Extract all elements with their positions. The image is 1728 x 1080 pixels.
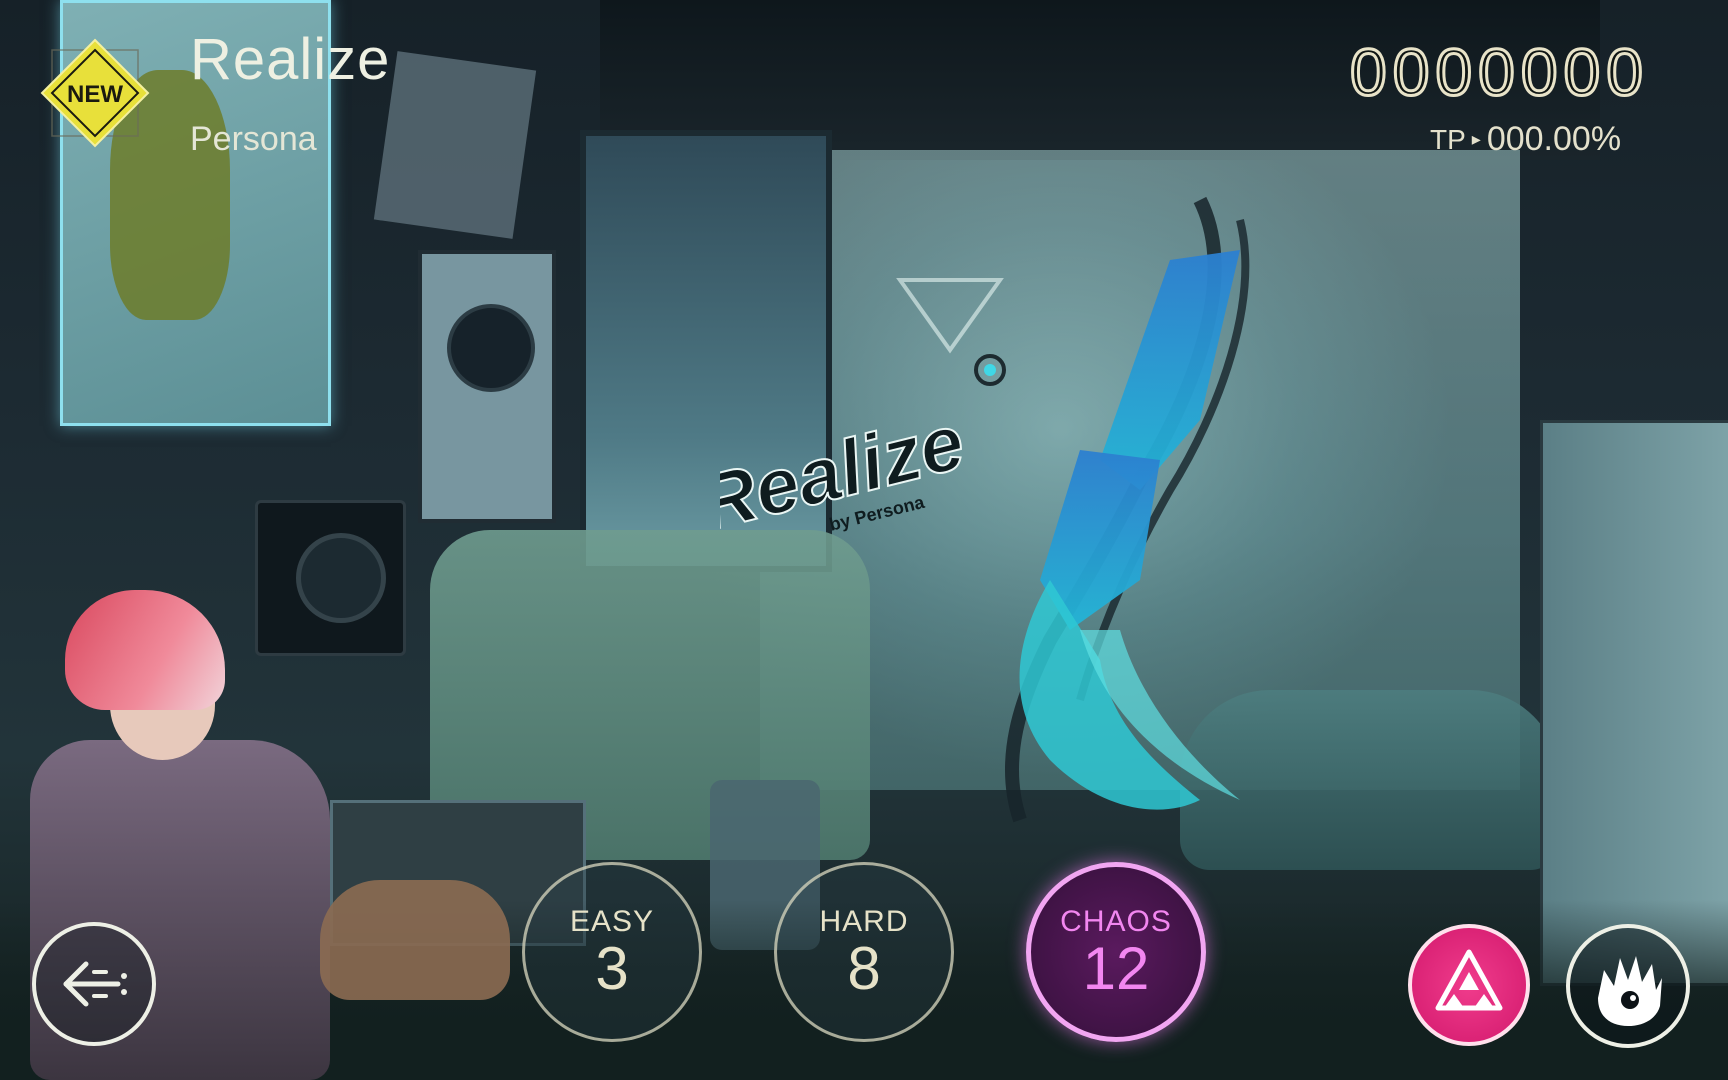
back-button[interactable]: [32, 922, 156, 1046]
new-badge-label: NEW: [67, 81, 123, 108]
tp-arrow-icon: ▸: [1471, 129, 1481, 149]
character-face-icon: [1598, 956, 1662, 1026]
tp-label: TP: [1430, 123, 1466, 155]
difficulty-level: 12: [1082, 935, 1150, 1002]
record-poster: [418, 250, 556, 523]
new-badge: NEW: [40, 38, 150, 148]
mode-button[interactable]: [1408, 924, 1530, 1046]
jacket-logo: Realize by Persona: [720, 354, 1006, 548]
difficulty-hard-button[interactable]: HARD 8: [774, 862, 954, 1042]
tp-value: 000.00%: [1486, 120, 1622, 158]
character-button[interactable]: [1566, 924, 1690, 1048]
triangle-mode-icon: [1435, 949, 1503, 1011]
difficulty-level: 8: [847, 935, 881, 1002]
difficulty-chaos-button[interactable]: CHAOS 12: [1026, 862, 1206, 1042]
difficulty-name: EASY: [569, 905, 655, 938]
difficulty-name: CHAOS: [1060, 905, 1172, 938]
difficulty-level: 3: [595, 935, 629, 1002]
song-jacket-art: Realize by Persona: [720, 196, 1250, 823]
back-arrow-icon: [63, 961, 127, 1007]
difficulty-name: HARD: [819, 905, 909, 938]
tp-display: TP ▸ 000.00%: [1430, 120, 1621, 159]
wall-sticker: [373, 51, 537, 239]
song-artist: Persona: [190, 120, 317, 158]
song-title: Realize: [190, 27, 391, 92]
difficulty-easy-button[interactable]: EASY 3: [522, 862, 702, 1042]
cat: [320, 880, 510, 1000]
song-select-screen: Realize by Persona NEW Realize Persona 0…: [0, 0, 1728, 1080]
score-display: 0000000: [1349, 34, 1649, 111]
